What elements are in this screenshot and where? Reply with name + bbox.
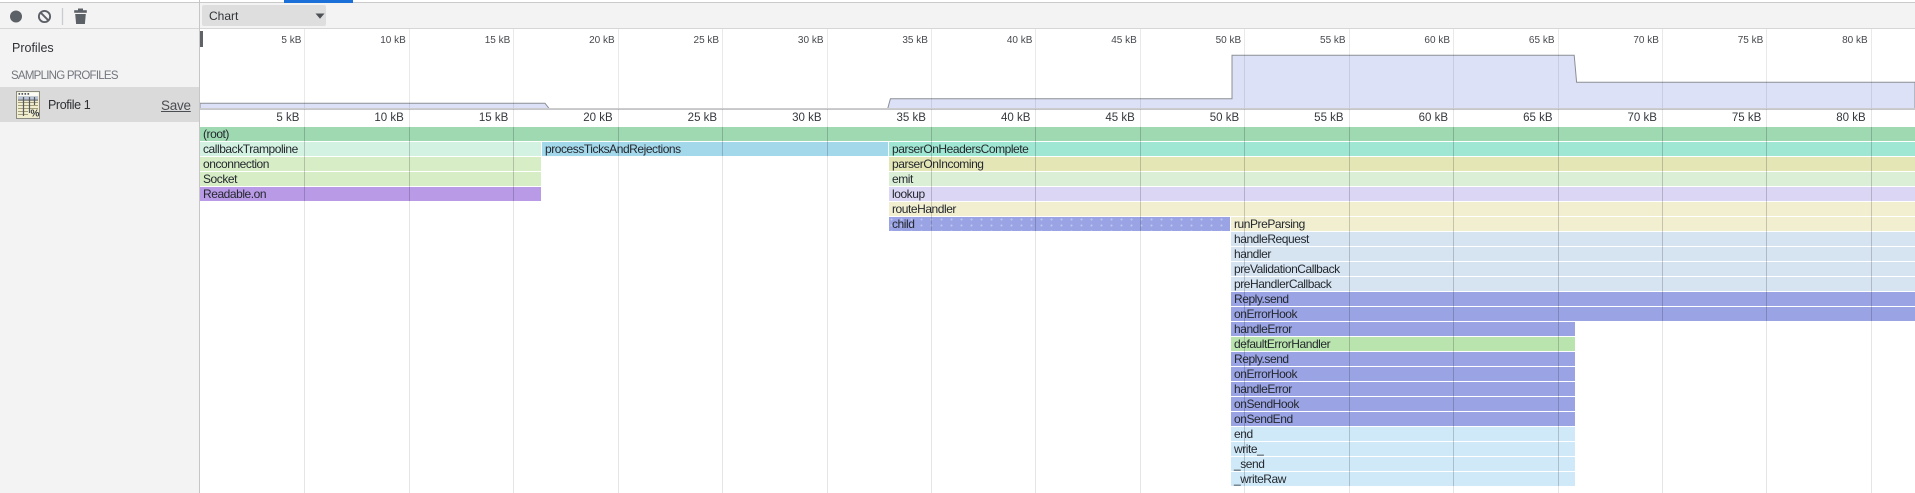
svg-text:%: % bbox=[31, 109, 40, 120]
